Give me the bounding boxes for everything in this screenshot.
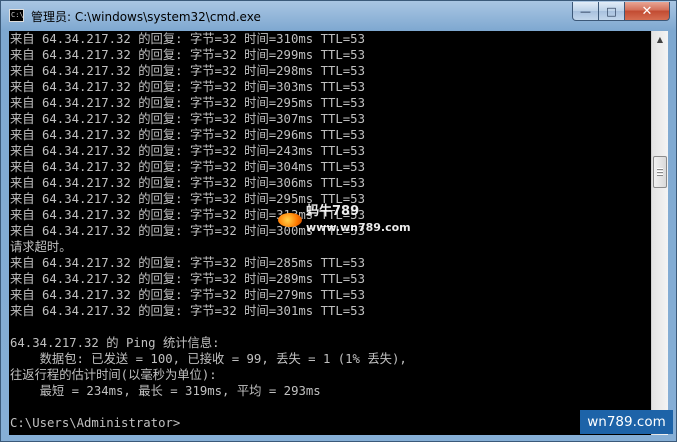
watermark-brand: 蚂牛789 [306,204,360,219]
console-line: 来自 64.34.217.32 的回复: 字节=32 时间=299ms TTL=… [10,48,365,62]
scrollbar-thumb[interactable] [653,156,667,188]
title-bar[interactable]: C:\ 管理员: C:\windows\system32\cmd.exe — □… [1,1,676,31]
corner-watermark: wn789.com [580,410,673,434]
console-line: 来自 64.34.217.32 的回复: 字节=32 时间=298ms TTL=… [10,64,365,78]
watermark-text: 蚂牛789 www.wn789.com [306,204,411,236]
console-line: 来自 64.34.217.32 的回复: 字节=32 时间=285ms TTL=… [10,256,365,270]
console-line: 来自 64.34.217.32 的回复: 字节=32 时间=306ms TTL=… [10,176,365,190]
console-line: 来自 64.34.217.32 的回复: 字节=32 时间=303ms TTL=… [10,80,365,94]
window-controls: — □ ✕ [572,2,670,21]
console-line: 来自 64.34.217.32 的回复: 字节=32 时间=295ms TTL=… [10,96,365,110]
console-line: 往返行程的估计时间(以毫秒为单位): [10,368,217,382]
cmd-icon[interactable]: C:\ [9,9,24,22]
minimize-button[interactable]: — [572,2,599,21]
console-line: 最短 = 234ms, 最长 = 319ms, 平均 = 293ms [10,384,321,398]
window-title: 管理员: C:\windows\system32\cmd.exe [31,10,261,24]
console-line: 请求超时。 [10,240,72,254]
maximize-button[interactable]: □ [599,2,625,21]
console-line: 来自 64.34.217.32 的回复: 字节=32 时间=279ms TTL=… [10,288,365,302]
console-line: 来自 64.34.217.32 的回复: 字节=32 时间=243ms TTL=… [10,144,365,158]
watermark-logo-icon [278,213,302,227]
grip-icon [657,168,663,176]
close-button[interactable]: ✕ [625,2,670,21]
console-line: 来自 64.34.217.32 的回复: 字节=32 时间=310ms TTL=… [10,32,365,46]
console-line: 来自 64.34.217.32 的回复: 字节=32 时间=307ms TTL=… [10,112,365,126]
console-line: 来自 64.34.217.32 的回复: 字节=32 时间=296ms TTL=… [10,128,365,142]
chevron-up-icon: ▲ [656,35,664,44]
console-line: 来自 64.34.217.32 的回复: 字节=32 时间=304ms TTL=… [10,160,365,174]
console-line: 来自 64.34.217.32 的回复: 字节=32 时间=301ms TTL=… [10,304,365,318]
console-line: C:\Users\Administrator> [10,416,181,430]
console-line: 来自 64.34.217.32 的回复: 字节=32 时间=289ms TTL=… [10,272,365,286]
scroll-up-button[interactable]: ▲ [652,31,668,48]
site-watermark: 蚂牛789 www.wn789.com [278,204,411,236]
console-line: 64.34.217.32 的 Ping 统计信息: [10,336,220,350]
console-line: 数据包: 已发送 = 100, 已接收 = 99, 丢失 = 1 (1% 丢失)… [10,352,407,366]
vertical-scrollbar[interactable]: ▲ ▼ [651,31,668,435]
watermark-url: www.wn789.com [306,221,411,234]
